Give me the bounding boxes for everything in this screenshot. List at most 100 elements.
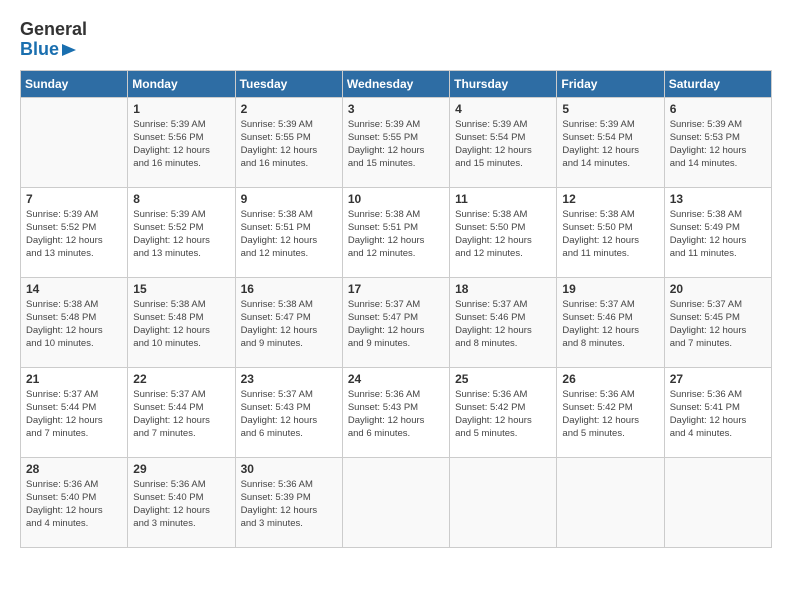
day-info: Sunrise: 5:38 AMSunset: 5:47 PMDaylight:…	[241, 298, 337, 351]
calendar-header-row: SundayMondayTuesdayWednesdayThursdayFrid…	[21, 70, 772, 97]
day-info: Sunrise: 5:39 AMSunset: 5:54 PMDaylight:…	[455, 118, 551, 171]
calendar-cell: 19 Sunrise: 5:37 AMSunset: 5:46 PMDayligh…	[557, 277, 664, 367]
calendar-week-1: 1Sunrise: 5:39 AMSunset: 5:56 PMDaylight…	[21, 97, 772, 187]
calendar-cell	[21, 97, 128, 187]
day-info: Sunrise: 5:38 AMSunset: 5:48 PMDaylight:…	[133, 298, 229, 351]
calendar-cell: 24 Sunrise: 5:36 AMSunset: 5:43 PMDayligh…	[342, 367, 449, 457]
day-info: Sunrise: 5:38 AMSunset: 5:50 PMDaylight:…	[562, 208, 658, 261]
day-info: Sunrise: 5:37 AMSunset: 5:47 PMDaylight:…	[348, 298, 444, 351]
calendar-cell: 1Sunrise: 5:39 AMSunset: 5:56 PMDaylight…	[128, 97, 235, 187]
calendar-cell: 22 Sunrise: 5:37 AMSunset: 5:44 PMDayligh…	[128, 367, 235, 457]
day-number: 30	[241, 462, 337, 476]
calendar-week-2: 7 Sunrise: 5:39 AMSunset: 5:52 PMDaylight…	[21, 187, 772, 277]
calendar-cell: 30 Sunrise: 5:36 AMSunset: 5:39 PMDayligh…	[235, 457, 342, 547]
logo: General Blue	[20, 20, 87, 60]
page-header: General Blue	[20, 20, 772, 60]
calendar-cell: 2Sunrise: 5:39 AMSunset: 5:55 PMDaylight…	[235, 97, 342, 187]
day-number: 29	[133, 462, 229, 476]
day-number: 18	[455, 282, 551, 296]
day-info: Sunrise: 5:38 AMSunset: 5:49 PMDaylight:…	[670, 208, 766, 261]
calendar-cell: 12 Sunrise: 5:38 AMSunset: 5:50 PMDayligh…	[557, 187, 664, 277]
calendar-cell: 11 Sunrise: 5:38 AMSunset: 5:50 PMDayligh…	[450, 187, 557, 277]
day-info: Sunrise: 5:37 AMSunset: 5:43 PMDaylight:…	[241, 388, 337, 441]
day-info: Sunrise: 5:39 AMSunset: 5:52 PMDaylight:…	[26, 208, 122, 261]
day-number: 15	[133, 282, 229, 296]
day-info: Sunrise: 5:36 AMSunset: 5:40 PMDaylight:…	[133, 478, 229, 531]
day-info: Sunrise: 5:36 AMSunset: 5:42 PMDaylight:…	[455, 388, 551, 441]
day-header-monday: Monday	[128, 70, 235, 97]
day-header-friday: Friday	[557, 70, 664, 97]
logo-arrow-icon	[62, 42, 82, 58]
day-info: Sunrise: 5:36 AMSunset: 5:39 PMDaylight:…	[241, 478, 337, 531]
calendar-cell: 14Sunrise: 5:38 AMSunset: 5:48 PMDayligh…	[21, 277, 128, 367]
day-info: Sunrise: 5:37 AMSunset: 5:45 PMDaylight:…	[670, 298, 766, 351]
day-info: Sunrise: 5:36 AMSunset: 5:43 PMDaylight:…	[348, 388, 444, 441]
calendar-body: 1Sunrise: 5:39 AMSunset: 5:56 PMDaylight…	[21, 97, 772, 547]
day-info: Sunrise: 5:38 AMSunset: 5:51 PMDaylight:…	[348, 208, 444, 261]
day-info: Sunrise: 5:37 AMSunset: 5:44 PMDaylight:…	[133, 388, 229, 441]
calendar-cell: 10 Sunrise: 5:38 AMSunset: 5:51 PMDayligh…	[342, 187, 449, 277]
calendar-cell: 15 Sunrise: 5:38 AMSunset: 5:48 PMDayligh…	[128, 277, 235, 367]
calendar-cell: 29 Sunrise: 5:36 AMSunset: 5:40 PMDayligh…	[128, 457, 235, 547]
day-info: Sunrise: 5:38 AMSunset: 5:50 PMDaylight:…	[455, 208, 551, 261]
calendar-cell	[450, 457, 557, 547]
day-info: Sunrise: 5:37 AMSunset: 5:46 PMDaylight:…	[455, 298, 551, 351]
day-info: Sunrise: 5:39 AMSunset: 5:52 PMDaylight:…	[133, 208, 229, 261]
day-number: 28	[26, 462, 122, 476]
calendar-cell: 27 Sunrise: 5:36 AMSunset: 5:41 PMDayligh…	[664, 367, 771, 457]
calendar-cell: 13 Sunrise: 5:38 AMSunset: 5:49 PMDayligh…	[664, 187, 771, 277]
day-info: Sunrise: 5:39 AMSunset: 5:56 PMDaylight:…	[133, 118, 229, 171]
calendar-cell	[664, 457, 771, 547]
day-number: 6	[670, 102, 766, 116]
day-number: 5	[562, 102, 658, 116]
calendar-cell	[557, 457, 664, 547]
calendar-cell: 17 Sunrise: 5:37 AMSunset: 5:47 PMDayligh…	[342, 277, 449, 367]
day-info: Sunrise: 5:36 AMSunset: 5:40 PMDaylight:…	[26, 478, 122, 531]
day-info: Sunrise: 5:37 AMSunset: 5:44 PMDaylight:…	[26, 388, 122, 441]
calendar-cell: 20 Sunrise: 5:37 AMSunset: 5:45 PMDayligh…	[664, 277, 771, 367]
day-info: Sunrise: 5:38 AMSunset: 5:48 PMDaylight:…	[26, 298, 122, 351]
day-number: 7	[26, 192, 122, 206]
day-number: 21	[26, 372, 122, 386]
day-number: 26	[562, 372, 658, 386]
day-number: 16	[241, 282, 337, 296]
calendar-cell: 6Sunrise: 5:39 AMSunset: 5:53 PMDaylight…	[664, 97, 771, 187]
day-number: 13	[670, 192, 766, 206]
day-number: 8	[133, 192, 229, 206]
day-number: 23	[241, 372, 337, 386]
calendar-cell: 26Sunrise: 5:36 AMSunset: 5:42 PMDayligh…	[557, 367, 664, 457]
day-info: Sunrise: 5:39 AMSunset: 5:55 PMDaylight:…	[348, 118, 444, 171]
day-number: 19	[562, 282, 658, 296]
day-header-thursday: Thursday	[450, 70, 557, 97]
day-number: 3	[348, 102, 444, 116]
day-number: 22	[133, 372, 229, 386]
calendar-cell: 4 Sunrise: 5:39 AMSunset: 5:54 PMDaylight…	[450, 97, 557, 187]
day-header-wednesday: Wednesday	[342, 70, 449, 97]
logo-name-general: General	[20, 20, 87, 40]
day-header-tuesday: Tuesday	[235, 70, 342, 97]
calendar-table: SundayMondayTuesdayWednesdayThursdayFrid…	[20, 70, 772, 548]
day-number: 11	[455, 192, 551, 206]
calendar-cell: 7 Sunrise: 5:39 AMSunset: 5:52 PMDaylight…	[21, 187, 128, 277]
day-info: Sunrise: 5:36 AMSunset: 5:41 PMDaylight:…	[670, 388, 766, 441]
day-number: 17	[348, 282, 444, 296]
day-info: Sunrise: 5:37 AMSunset: 5:46 PMDaylight:…	[562, 298, 658, 351]
calendar-week-5: 28 Sunrise: 5:36 AMSunset: 5:40 PMDayligh…	[21, 457, 772, 547]
calendar-cell: 16 Sunrise: 5:38 AMSunset: 5:47 PMDayligh…	[235, 277, 342, 367]
calendar-cell	[342, 457, 449, 547]
day-number: 27	[670, 372, 766, 386]
day-number: 20	[670, 282, 766, 296]
calendar-week-3: 14Sunrise: 5:38 AMSunset: 5:48 PMDayligh…	[21, 277, 772, 367]
calendar-cell: 18 Sunrise: 5:37 AMSunset: 5:46 PMDayligh…	[450, 277, 557, 367]
calendar-cell: 23 Sunrise: 5:37 AMSunset: 5:43 PMDayligh…	[235, 367, 342, 457]
calendar-cell: 8 Sunrise: 5:39 AMSunset: 5:52 PMDaylight…	[128, 187, 235, 277]
calendar-cell: 28 Sunrise: 5:36 AMSunset: 5:40 PMDayligh…	[21, 457, 128, 547]
day-number: 24	[348, 372, 444, 386]
day-number: 10	[348, 192, 444, 206]
day-info: Sunrise: 5:38 AMSunset: 5:51 PMDaylight:…	[241, 208, 337, 261]
day-number: 25	[455, 372, 551, 386]
day-header-sunday: Sunday	[21, 70, 128, 97]
day-number: 2	[241, 102, 337, 116]
day-number: 12	[562, 192, 658, 206]
day-number: 4	[455, 102, 551, 116]
